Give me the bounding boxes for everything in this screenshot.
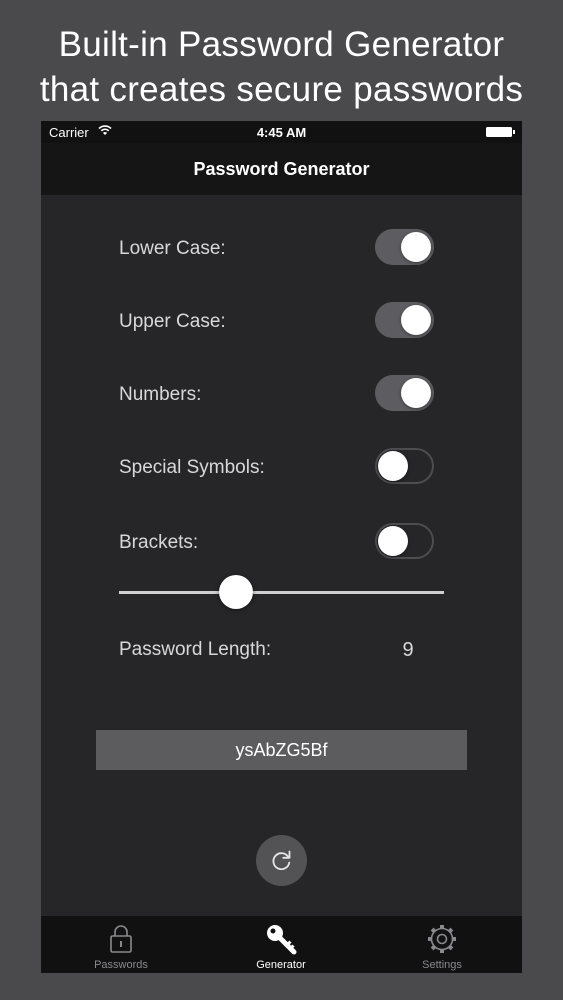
tab-passwords[interactable]: Passwords	[41, 916, 201, 973]
tab-bar: Passwords Generator Settings	[41, 916, 522, 973]
upper-case-toggle[interactable]	[375, 302, 434, 338]
tab-generator-label: Generator	[256, 959, 306, 971]
upper-case-label: Upper Case:	[119, 311, 226, 332]
toggle-knob	[378, 526, 408, 556]
battery-icon	[486, 127, 515, 137]
generated-password[interactable]: ysAbZG5Bf	[96, 730, 467, 770]
lower-case-toggle[interactable]	[375, 229, 434, 265]
brackets-toggle[interactable]	[375, 523, 434, 559]
toggle-knob	[378, 451, 408, 481]
tab-settings[interactable]: Settings	[362, 916, 522, 973]
special-symbols-label: Special Symbols:	[119, 457, 265, 478]
password-length-value: 9	[402, 639, 414, 661]
slider-remaining	[253, 591, 444, 594]
status-time: 4:45 AM	[256, 125, 307, 140]
tab-generator[interactable]: Generator	[201, 916, 361, 973]
special-symbols-toggle[interactable]	[375, 448, 434, 484]
status-bar: Carrier 4:45 AM	[41, 121, 522, 143]
navigation-bar: Password Generator	[41, 143, 522, 195]
refresh-button[interactable]	[256, 835, 307, 886]
page-title: Password Generator	[193, 159, 370, 179]
lower-case-label: Lower Case:	[119, 238, 226, 259]
length-slider-track[interactable]	[119, 591, 444, 594]
toggle-knob	[401, 305, 431, 335]
promo-line-2: that creates secure passwords	[39, 70, 524, 109]
key-icon	[267, 925, 297, 955]
numbers-toggle[interactable]	[375, 375, 434, 411]
tab-passwords-label: Passwords	[94, 959, 148, 971]
refresh-icon	[272, 850, 291, 871]
length-slider-thumb[interactable]	[219, 575, 253, 609]
phone-screen: Carrier 4:45 AM Password Generator Lower…	[41, 121, 522, 973]
promo-caption: Built-in Password Generator that creates…	[0, 22, 563, 112]
brackets-label: Brackets:	[119, 532, 199, 553]
tab-settings-label: Settings	[422, 959, 462, 971]
password-length-label: Password Length:	[119, 639, 272, 660]
lock-icon	[110, 925, 132, 953]
gear-icon	[428, 925, 456, 953]
toggle-knob	[401, 232, 431, 262]
numbers-label: Numbers:	[119, 384, 202, 405]
promo-line-1: Built-in Password Generator	[58, 25, 505, 64]
toggle-knob	[401, 378, 431, 408]
